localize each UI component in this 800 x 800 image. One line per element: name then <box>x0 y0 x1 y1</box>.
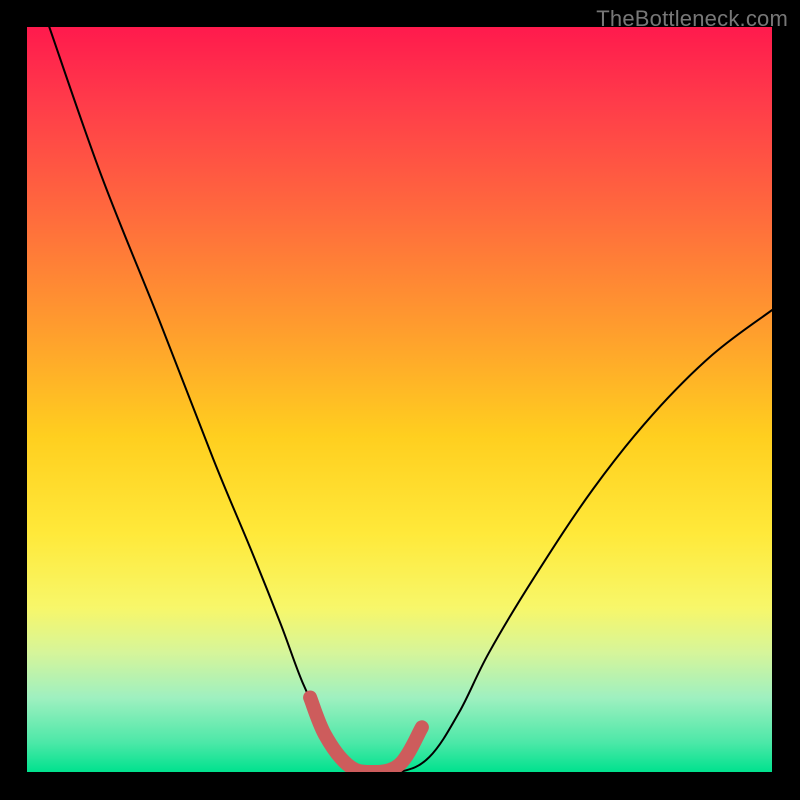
plot-area <box>27 27 772 772</box>
watermark-text: TheBottleneck.com <box>596 6 788 32</box>
chart-stage: TheBottleneck.com <box>0 0 800 800</box>
bottleneck-curve <box>49 27 772 772</box>
chart-svg <box>27 27 772 772</box>
bottom-highlight <box>310 698 422 773</box>
